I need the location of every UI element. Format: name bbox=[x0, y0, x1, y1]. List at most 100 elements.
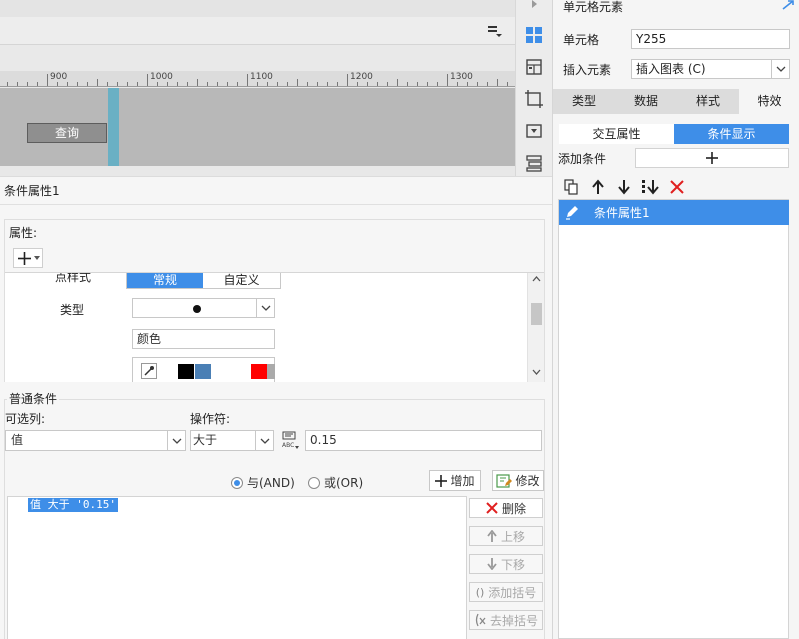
expand-icon[interactable] bbox=[781, 0, 795, 10]
column-select-value: 值 bbox=[11, 433, 24, 447]
toolbar-menu-icon[interactable] bbox=[487, 24, 503, 38]
point-type-select[interactable] bbox=[132, 298, 275, 318]
ruler-minor-tick bbox=[307, 82, 308, 86]
collapse-arrow-icon[interactable] bbox=[530, 0, 540, 10]
property-tabs: 类型 数据 样式 特效 bbox=[553, 89, 799, 114]
operator-select[interactable]: 大于 bbox=[190, 430, 274, 451]
ruler-label: 1000 bbox=[150, 72, 173, 82]
ruler-minor-tick bbox=[377, 82, 378, 86]
tab-effects[interactable]: 特效 bbox=[739, 89, 799, 114]
move-down-button[interactable] bbox=[615, 177, 633, 197]
chevron-down-icon[interactable] bbox=[532, 369, 541, 375]
condition-expression-list[interactable]: 值 大于 '0.15' bbox=[7, 496, 467, 639]
color-field[interactable]: 颜色 bbox=[132, 329, 275, 349]
move-bottom-button[interactable] bbox=[641, 177, 659, 197]
insert-element-value: 插入图表 (C) bbox=[636, 62, 706, 76]
ruler-minor-tick bbox=[77, 82, 78, 86]
insert-element-select[interactable]: 插入图表 (C) bbox=[631, 59, 790, 79]
ruler-minor-tick bbox=[197, 79, 198, 86]
style-custom-option[interactable]: 自定义 bbox=[203, 273, 280, 288]
add-bracket-button[interactable]: () 添加括号 bbox=[469, 582, 543, 602]
add-bracket-label: 添加括号 bbox=[488, 585, 537, 600]
chevron-down-icon[interactable] bbox=[256, 299, 274, 317]
ruler-minor-tick bbox=[487, 82, 488, 86]
widget-frame-button[interactable] bbox=[521, 86, 547, 112]
ruler-minor-tick bbox=[127, 82, 128, 86]
cell-element-panel: 单元格元素 单元格 Y255 插入元素 插入图表 (C) 类型 数据 样式 特效… bbox=[552, 0, 799, 639]
cell-field[interactable]: Y255 bbox=[631, 29, 790, 49]
grid-icon bbox=[526, 27, 542, 43]
subtab-interaction[interactable]: 交互属性 bbox=[559, 124, 674, 144]
ruler-minor-tick bbox=[417, 82, 418, 86]
properties-scrollbar[interactable] bbox=[527, 273, 544, 382]
ruler-minor-tick bbox=[357, 82, 358, 86]
widget-bar bbox=[515, 0, 552, 176]
widget-dropdown-button[interactable] bbox=[521, 118, 547, 144]
swatch-blue[interactable] bbox=[195, 364, 211, 379]
move-up-button[interactable]: 上移 bbox=[469, 526, 543, 546]
add-condition-button[interactable] bbox=[635, 148, 789, 168]
value-type-icon[interactable]: ABC bbox=[281, 430, 301, 450]
column-select[interactable]: 值 bbox=[5, 430, 186, 451]
chevron-down-icon[interactable] bbox=[255, 431, 273, 450]
ruler-label: 900 bbox=[50, 72, 68, 82]
condition-expression[interactable]: 值 大于 '0.15' bbox=[28, 498, 118, 512]
ruler-minor-tick bbox=[457, 82, 458, 86]
effect-subtabs: 交互属性 条件显示 bbox=[559, 124, 789, 144]
radio-and-label: 与(AND) bbox=[247, 476, 295, 490]
remove-bracket-button[interactable]: 去掉括号 bbox=[469, 610, 543, 630]
condition-value-input[interactable]: 0.15 bbox=[305, 430, 542, 451]
ruler-minor-tick bbox=[467, 82, 468, 86]
chevron-down-icon[interactable] bbox=[167, 431, 185, 450]
add-condition-rule-button[interactable]: 增加 bbox=[429, 470, 481, 491]
ruler-minor-tick bbox=[157, 82, 158, 86]
list-item[interactable]: 条件属性1 bbox=[559, 200, 789, 225]
ruler-minor-tick bbox=[97, 79, 98, 86]
tab-type[interactable]: 类型 bbox=[553, 89, 615, 114]
style-normal-option[interactable]: 常规 bbox=[127, 273, 203, 288]
delete-button[interactable]: 删除 bbox=[469, 498, 543, 518]
radio-and-indicator[interactable] bbox=[231, 476, 243, 489]
move-up-button[interactable] bbox=[589, 177, 607, 197]
swatch-gray[interactable] bbox=[267, 364, 275, 379]
tab-data[interactable]: 数据 bbox=[615, 89, 677, 114]
insert-element-label: 插入元素 bbox=[563, 63, 612, 77]
copy-icon bbox=[564, 179, 578, 195]
ruler-minor-tick bbox=[327, 82, 328, 86]
radio-or-indicator[interactable] bbox=[308, 476, 320, 489]
ruler-minor-tick bbox=[297, 79, 298, 86]
swatch-black[interactable] bbox=[178, 364, 194, 379]
widget-form-button[interactable] bbox=[521, 54, 547, 80]
radio-and[interactable]: 与(AND) bbox=[231, 474, 295, 491]
properties-scroll-area[interactable]: 点样式 常规 自定义 类型 颜色 bbox=[5, 272, 544, 382]
swatch-red[interactable] bbox=[251, 364, 267, 379]
copy-button[interactable] bbox=[562, 177, 580, 197]
add-property-button[interactable] bbox=[13, 248, 43, 268]
query-button[interactable]: 查询 bbox=[27, 123, 107, 143]
ruler-minor-tick bbox=[87, 82, 88, 86]
modify-condition-button[interactable]: 修改 bbox=[492, 470, 544, 491]
radio-or[interactable]: 或(OR) bbox=[308, 474, 363, 491]
chevron-up-icon[interactable] bbox=[532, 276, 541, 282]
swatch-white[interactable] bbox=[213, 364, 229, 379]
toolbar-top-strip bbox=[0, 0, 515, 17]
subtab-conditional-display[interactable]: 条件显示 bbox=[674, 124, 789, 144]
ruler-minor-tick bbox=[37, 82, 38, 86]
design-canvas: 900 1000 1100 1200 1300 查询 bbox=[0, 0, 515, 176]
delete-condition-button[interactable] bbox=[668, 177, 686, 197]
panel-title: 单元格元素 bbox=[563, 0, 624, 14]
ruler-minor-tick bbox=[207, 82, 208, 86]
type-label: 类型 bbox=[60, 303, 85, 317]
chevron-down-icon[interactable] bbox=[771, 60, 789, 78]
scroll-thumb[interactable] bbox=[531, 303, 542, 325]
properties-group: 属性: 点样式 常规 自定义 类型 颜色 bbox=[4, 219, 545, 382]
tab-style[interactable]: 样式 bbox=[677, 89, 739, 114]
ruler-tick bbox=[447, 74, 448, 86]
widget-grid-button[interactable] bbox=[521, 22, 547, 48]
move-down-button[interactable]: 下移 bbox=[469, 554, 543, 574]
ruler-minor-tick bbox=[277, 82, 278, 86]
ruler-minor-tick bbox=[177, 82, 178, 86]
ruler-minor-tick bbox=[317, 82, 318, 86]
eyedropper-icon[interactable] bbox=[141, 363, 157, 379]
widget-stack-button[interactable] bbox=[521, 150, 547, 176]
